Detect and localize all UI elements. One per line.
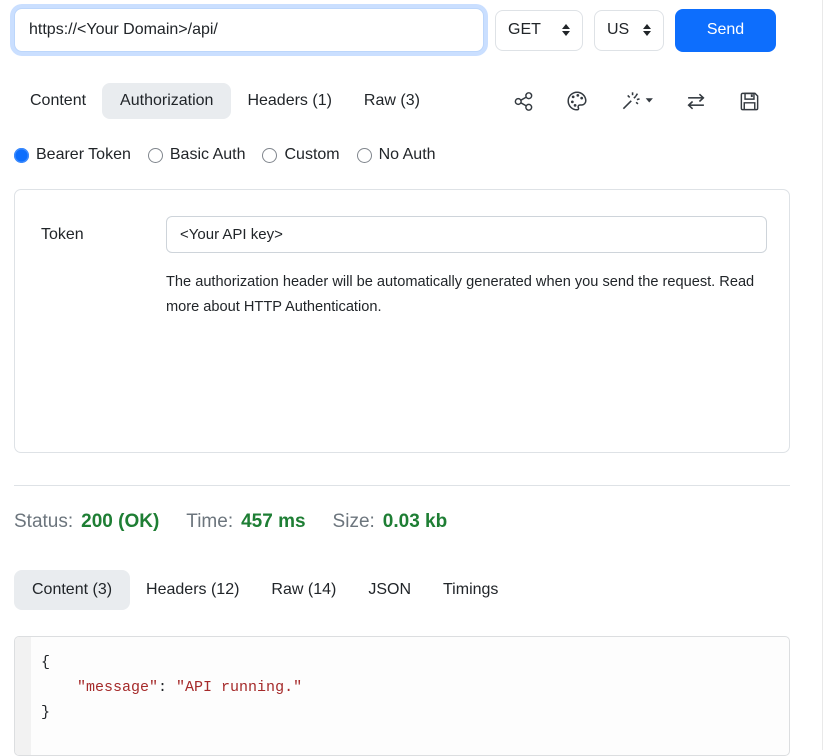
- request-tabs-row: Content Authorization Headers (1) Raw (3…: [14, 83, 776, 119]
- region-select-value: US: [607, 21, 629, 39]
- status-label: Status:: [14, 511, 73, 533]
- save-icon[interactable]: [739, 91, 760, 112]
- editor-gutter: [15, 637, 31, 755]
- radio-bearer-token[interactable]: Bearer Token: [14, 146, 131, 164]
- resp-tab-json[interactable]: JSON: [352, 570, 427, 610]
- status-value: 200 (OK): [81, 511, 159, 533]
- size-value: 0.03 kb: [383, 511, 447, 533]
- response-status-row: Status: 200 (OK) Time: 457 ms Size: 0.03…: [14, 511, 776, 533]
- tab-headers[interactable]: Headers (1): [231, 83, 347, 119]
- time-value: 457 ms: [241, 511, 305, 533]
- status-group: Status: 200 (OK): [14, 511, 159, 533]
- resp-tab-content[interactable]: Content (3): [14, 570, 130, 610]
- radio-icon: [148, 148, 163, 163]
- editor-content: { "message": "API running." }: [31, 637, 789, 755]
- send-button[interactable]: Send: [675, 9, 776, 52]
- radio-icon: [262, 148, 277, 163]
- token-input[interactable]: [166, 216, 767, 253]
- magic-wand-dropdown-icon[interactable]: [620, 91, 653, 112]
- radio-label: No Auth: [379, 146, 436, 164]
- time-group: Time: 457 ms: [186, 511, 305, 533]
- resp-tab-headers[interactable]: Headers (12): [130, 570, 255, 610]
- radio-label: Bearer Token: [36, 146, 131, 164]
- time-label: Time:: [186, 511, 233, 533]
- radio-no-auth[interactable]: No Auth: [357, 146, 436, 164]
- resp-tab-timings[interactable]: Timings: [427, 570, 514, 610]
- response-body-editor[interactable]: { "message": "API running." }: [14, 636, 790, 756]
- request-bar: GET US Send: [14, 8, 776, 52]
- code-line: {: [41, 650, 779, 675]
- token-label: Token: [41, 226, 166, 244]
- request-tabs: Content Authorization Headers (1) Raw (3…: [14, 83, 436, 119]
- toolbar: [513, 90, 776, 112]
- response-tabs: Content (3) Headers (12) Raw (14) JSON T…: [14, 570, 776, 610]
- share-icon[interactable]: [513, 91, 534, 112]
- region-select[interactable]: US: [594, 10, 664, 51]
- page-right-divider: [822, 0, 823, 750]
- radio-basic-auth[interactable]: Basic Auth: [148, 146, 246, 164]
- auth-options: Bearer Token Basic Auth Custom No Auth: [14, 146, 776, 164]
- size-group: Size: 0.03 kb: [333, 511, 448, 533]
- size-label: Size:: [333, 511, 375, 533]
- radio-custom[interactable]: Custom: [262, 146, 339, 164]
- palette-icon[interactable]: [566, 90, 588, 112]
- radio-label: Basic Auth: [170, 146, 246, 164]
- tab-authorization[interactable]: Authorization: [102, 83, 231, 119]
- swap-arrows-icon[interactable]: [685, 91, 707, 112]
- radio-label: Custom: [284, 146, 339, 164]
- url-input[interactable]: [14, 8, 484, 52]
- tab-content[interactable]: Content: [14, 83, 102, 119]
- resp-tab-raw[interactable]: Raw (14): [255, 570, 352, 610]
- updown-arrows-icon: [562, 24, 570, 36]
- token-panel: Token The authorization header will be a…: [14, 189, 790, 453]
- method-select[interactable]: GET: [495, 10, 583, 51]
- radio-selected-icon: [14, 148, 29, 163]
- section-divider: [14, 485, 790, 486]
- code-line: "message": "API running.": [41, 675, 779, 700]
- token-help-text: The authorization header will be automat…: [166, 270, 759, 320]
- api-client-page: GET US Send Content Authorization Header…: [0, 0, 837, 750]
- radio-icon: [357, 148, 372, 163]
- method-select-value: GET: [508, 21, 541, 39]
- updown-arrows-icon: [643, 24, 651, 36]
- tab-raw[interactable]: Raw (3): [348, 83, 436, 119]
- code-line: }: [41, 700, 779, 725]
